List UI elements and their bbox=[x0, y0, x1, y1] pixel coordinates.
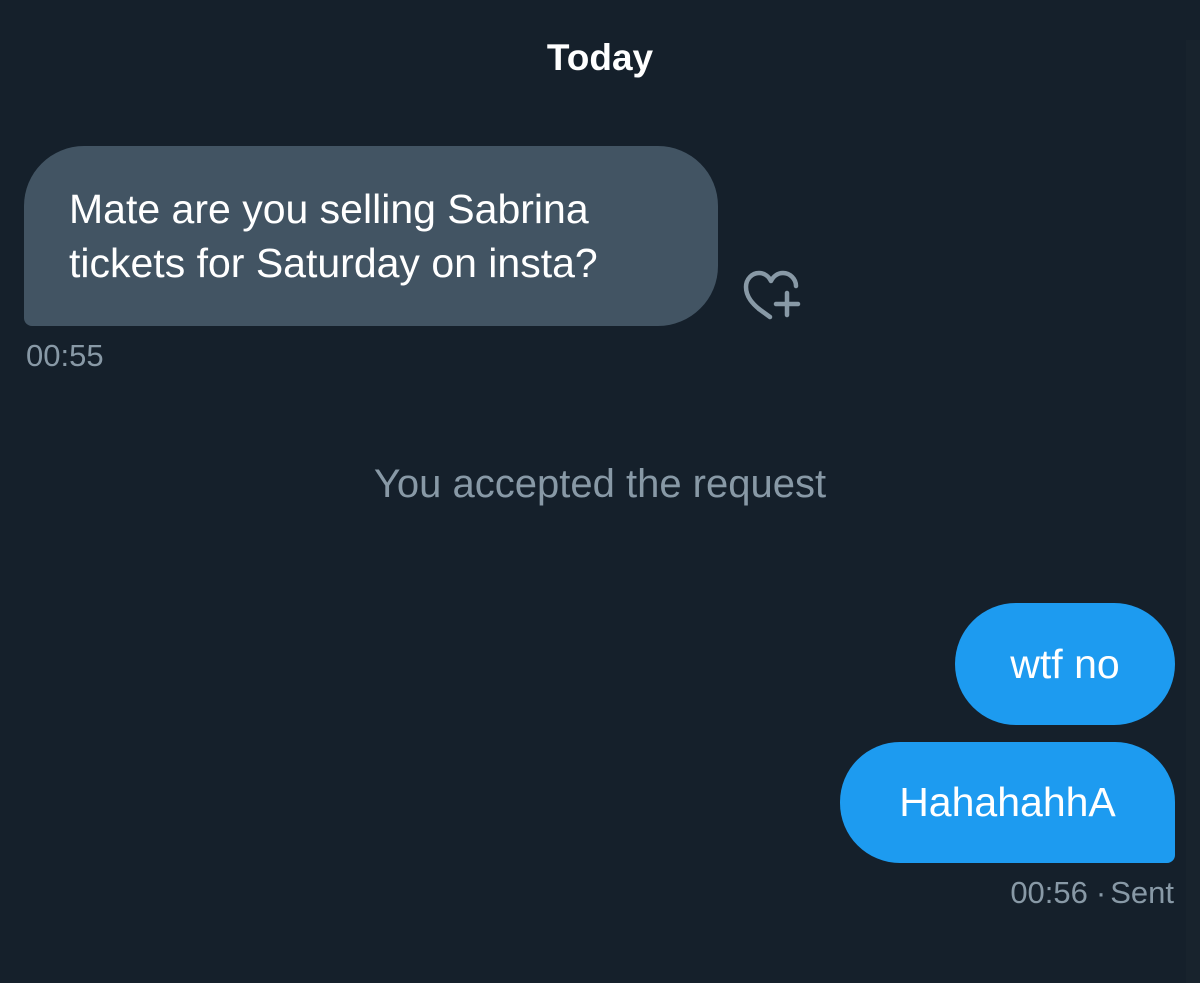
delivery-status: Sent bbox=[1110, 875, 1174, 910]
sent-message-bubble[interactable]: HahahahhA bbox=[840, 742, 1175, 863]
add-reaction-button[interactable] bbox=[740, 265, 804, 323]
request-accepted-notice: You accepted the request bbox=[373, 462, 827, 506]
received-message-bubble[interactable]: Mate are you selling Sabrina tickets for… bbox=[24, 146, 718, 326]
day-separator: Today bbox=[546, 37, 654, 78]
sent-message-bubble[interactable]: wtf no bbox=[955, 603, 1175, 725]
sent-message-status: 00:56 · Sent bbox=[1010, 875, 1174, 911]
received-message-timestamp: 00:55 bbox=[26, 338, 104, 373]
scrollbar-track[interactable] bbox=[1186, 40, 1200, 983]
sent-message-timestamp: 00:56 bbox=[1010, 875, 1088, 910]
separator-dot: · bbox=[1095, 875, 1107, 910]
conversation-view: Today Mate are you selling Sabrina ticke… bbox=[0, 0, 1200, 983]
heart-plus-icon bbox=[743, 270, 801, 320]
